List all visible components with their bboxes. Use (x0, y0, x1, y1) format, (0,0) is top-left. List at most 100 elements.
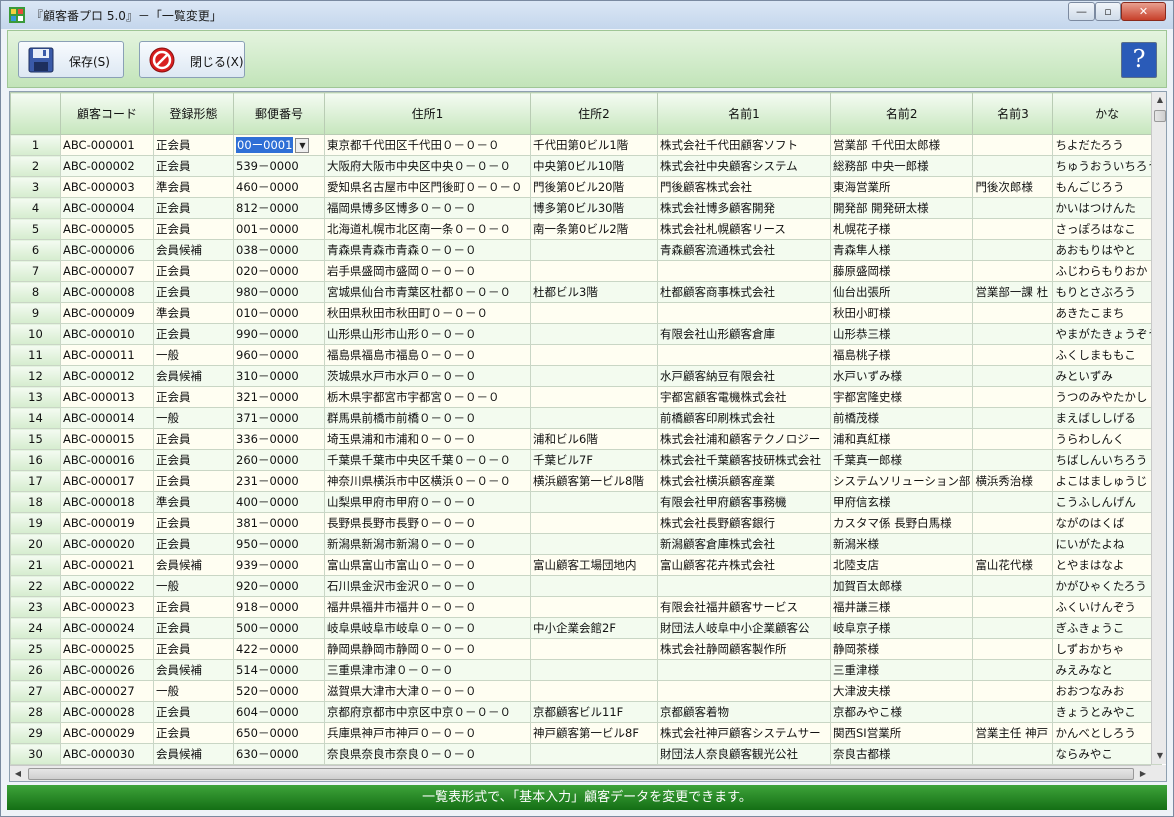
postal-code-cell[interactable]: 400－0000 (233, 491, 325, 513)
registration-type-cell[interactable]: 会員候補 (153, 659, 234, 681)
kana-cell[interactable]: ならみやこ (1052, 743, 1162, 765)
table-row[interactable]: 27 ABC-000027 一般 520－0000 滋賀県大津市大津０－０－０ 大津波夫様… (10, 680, 1162, 702)
table-row[interactable]: 9 ABC-000009 準会員 010－0000 秋田県秋田市秋田町０－０－０ 秋田小町… (10, 302, 1162, 324)
postal-code-cell[interactable]: 950－0000 (233, 533, 325, 555)
table-row[interactable]: 29 ABC-000029 正会員 650－0000 兵庫県神戸市神戸０－０－０ 神戸顧客… (10, 722, 1162, 744)
customer-code-cell[interactable]: ABC-000023 (60, 596, 154, 618)
registration-type-cell[interactable]: 正会員 (153, 701, 234, 723)
table-row[interactable]: 17 ABC-000017 正会員 231－0000 神奈川県横浜市中区横浜０－０－０ 横… (10, 470, 1162, 492)
postal-code-cell[interactable]: 020－0000 (233, 260, 325, 282)
registration-type-cell[interactable]: 正会員 (153, 281, 234, 303)
customer-code-cell[interactable]: ABC-000017 (60, 470, 154, 492)
name3-cell[interactable] (972, 197, 1054, 219)
customer-code-cell[interactable]: ABC-000008 (60, 281, 154, 303)
customer-code-cell[interactable]: ABC-000024 (60, 617, 154, 639)
table-row[interactable]: 7 ABC-000007 正会員 020－0000 岩手県盛岡市盛岡０－０－０ 藤原盛岡様… (10, 260, 1162, 282)
kana-cell[interactable]: うらわしんく (1052, 428, 1162, 450)
customer-code-cell[interactable]: ABC-000027 (60, 680, 154, 702)
name3-cell[interactable] (972, 428, 1054, 450)
name2-cell[interactable]: 京都みやこ様 (829, 701, 974, 723)
address1-cell[interactable]: 福島県福島市福島０－０－０ (324, 344, 531, 366)
registration-type-cell[interactable]: 正会員 (153, 428, 234, 450)
table-row[interactable]: 10 ABC-000010 正会員 990－0000 山形県山形市山形０－０－０ 有限会社… (10, 323, 1162, 345)
table-row[interactable]: 13 ABC-000013 正会員 321－0000 栃木県宇都宮市宇都宮０－０－０ 宇都… (10, 386, 1162, 408)
postal-code-cell[interactable]: 939－0000 (233, 554, 325, 576)
address2-cell[interactable] (530, 596, 658, 618)
name2-cell[interactable]: 営業部 千代田太郎様 (829, 134, 974, 156)
name1-cell[interactable]: 財団法人岐阜中小企業顧客公 (657, 617, 831, 639)
name2-cell[interactable]: 三重津様 (829, 659, 974, 681)
name3-cell[interactable] (972, 218, 1054, 240)
name2-cell[interactable]: 前橋茂様 (829, 407, 974, 429)
name2-cell[interactable]: 福井謙三様 (829, 596, 974, 618)
kana-cell[interactable]: うつのみやたかし (1052, 386, 1162, 408)
customer-code-cell[interactable]: ABC-000018 (60, 491, 154, 513)
name2-cell[interactable]: 甲府信玄様 (829, 491, 974, 513)
registration-type-cell[interactable]: 正会員 (153, 596, 234, 618)
name3-cell[interactable] (972, 638, 1054, 660)
address2-cell[interactable] (530, 344, 658, 366)
address2-cell[interactable] (530, 533, 658, 555)
name1-cell[interactable] (657, 344, 831, 366)
name3-cell[interactable] (972, 239, 1054, 261)
kana-cell[interactable]: かんべとしろう (1052, 722, 1162, 744)
postal-code-cell[interactable]: 010－0000 (233, 302, 325, 324)
kana-cell[interactable]: もりとさぶろう (1052, 281, 1162, 303)
scroll-right-icon[interactable]: ▶ (1135, 766, 1151, 781)
address2-cell[interactable] (530, 365, 658, 387)
registration-type-cell[interactable]: 準会員 (153, 176, 234, 198)
postal-code-editor[interactable]: 00ー0001 (236, 137, 294, 153)
registration-type-cell[interactable]: 正会員 (153, 449, 234, 471)
registration-type-cell[interactable]: 正会員 (153, 638, 234, 660)
address1-cell[interactable]: 山形県山形市山形０－０－０ (324, 323, 531, 345)
name1-cell[interactable]: 株式会社浦和顧客テクノロジー (657, 428, 831, 450)
col-header-name2[interactable]: 名前2 (829, 92, 974, 135)
name2-cell[interactable]: 関西SI営業所 (829, 722, 974, 744)
customer-code-cell[interactable]: ABC-000028 (60, 701, 154, 723)
help-button[interactable]: ? (1121, 42, 1157, 78)
table-row[interactable]: 3 ABC-000003 準会員 460－0000 愛知県名古屋市中区門後町０－０－０ 門… (10, 176, 1162, 198)
name2-cell[interactable]: 加賀百太郎様 (829, 575, 974, 597)
name1-cell[interactable] (657, 575, 831, 597)
address2-cell[interactable]: 神戸顧客第一ビル8F (530, 722, 658, 744)
postal-code-cell[interactable]: 422－0000 (233, 638, 325, 660)
scroll-down-icon[interactable]: ▼ (1152, 748, 1166, 764)
name1-cell[interactable]: 宇都宮顧客電機株式会社 (657, 386, 831, 408)
postal-code-cell[interactable]: 381－0000 (233, 512, 325, 534)
name3-cell[interactable]: 横浜秀治様 (972, 470, 1054, 492)
registration-type-cell[interactable]: 正会員 (153, 470, 234, 492)
address1-cell[interactable]: 東京都千代田区千代田０－０－０ (324, 134, 531, 156)
address2-cell[interactable]: 博多第0ビル30階 (530, 197, 658, 219)
col-header-registration-type[interactable]: 登録形態 (153, 92, 234, 135)
name2-cell[interactable]: システムソリューション部 (829, 470, 974, 492)
address1-cell[interactable]: 栃木県宇都宮市宇都宮０－０－０ (324, 386, 531, 408)
name3-cell[interactable]: 営業主任 神戸 (972, 722, 1054, 744)
registration-type-cell[interactable]: 一般 (153, 680, 234, 702)
table-row[interactable]: 15 ABC-000015 正会員 336－0000 埼玉県浦和市浦和０－０－０ 浦和ビル… (10, 428, 1162, 450)
address2-cell[interactable]: 門後第0ビル20階 (530, 176, 658, 198)
kana-cell[interactable]: さっぽろはなこ (1052, 218, 1162, 240)
kana-cell[interactable]: ちよだたろう (1052, 134, 1162, 156)
save-button[interactable]: 保存(S) (18, 41, 124, 78)
registration-type-cell[interactable]: 正会員 (153, 533, 234, 555)
customer-code-cell[interactable]: ABC-000004 (60, 197, 154, 219)
minimize-button[interactable]: — (1068, 2, 1095, 21)
name1-cell[interactable]: 株式会社千葉顧客技研株式会社 (657, 449, 831, 471)
address2-cell[interactable] (530, 659, 658, 681)
name1-cell[interactable] (657, 302, 831, 324)
customer-code-cell[interactable]: ABC-000009 (60, 302, 154, 324)
name3-cell[interactable] (972, 134, 1054, 156)
name2-cell[interactable]: 東海営業所 (829, 176, 974, 198)
col-header-kana[interactable]: かな (1052, 92, 1162, 135)
customer-grid[interactable]: 顧客コード 登録形態 郵便番号 住所1 住所2 名前1 名前2 名前3 かな 1… (9, 91, 1167, 782)
registration-type-cell[interactable]: 正会員 (153, 323, 234, 345)
name3-cell[interactable] (972, 260, 1054, 282)
name2-cell[interactable]: 福島桃子様 (829, 344, 974, 366)
registration-type-cell[interactable]: 一般 (153, 407, 234, 429)
table-row[interactable]: 22 ABC-000022 一般 920－0000 石川県金沢市金沢０－０－０ 加賀百太郎… (10, 575, 1162, 597)
kana-cell[interactable]: しずおかちゃ (1052, 638, 1162, 660)
name3-cell[interactable] (972, 512, 1054, 534)
table-row[interactable]: 5 ABC-000005 正会員 001－0000 北海道札幌市北区南一条０－０－０ 南一… (10, 218, 1162, 240)
name2-cell[interactable]: 浦和真紅様 (829, 428, 974, 450)
table-row[interactable]: 4 ABC-000004 正会員 812－0000 福岡県博多区博多０－０－０ 博多第0ビ… (10, 197, 1162, 219)
